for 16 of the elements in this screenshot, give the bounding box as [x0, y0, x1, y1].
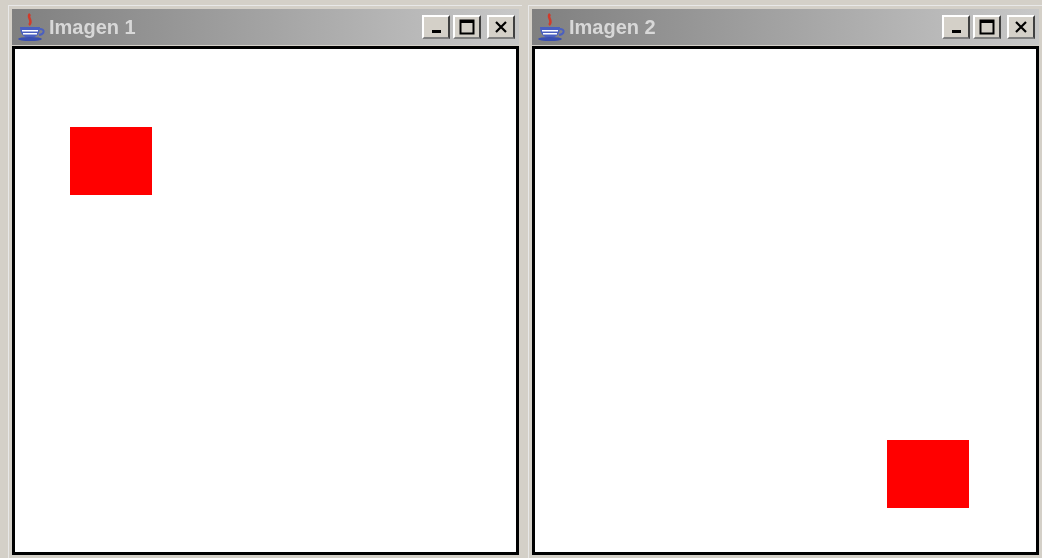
- minimize-icon: [431, 30, 441, 33]
- maximize-button[interactable]: [973, 15, 1001, 39]
- close-button[interactable]: [487, 15, 515, 39]
- window-title: Imagen 1: [49, 15, 137, 40]
- maximize-button[interactable]: [453, 15, 481, 39]
- minimize-icon: [951, 30, 961, 33]
- coffee-cup-icon: [536, 12, 566, 42]
- close-icon: [494, 20, 508, 34]
- close-icon: [1014, 20, 1028, 34]
- coffee-cup-icon: [16, 12, 46, 42]
- maximize-icon: [459, 19, 475, 35]
- maximize-icon: [979, 19, 995, 35]
- minimize-button[interactable]: [942, 15, 970, 39]
- window-title: Imagen 2: [569, 15, 657, 40]
- minimize-button[interactable]: [422, 15, 450, 39]
- close-button[interactable]: [1007, 15, 1035, 39]
